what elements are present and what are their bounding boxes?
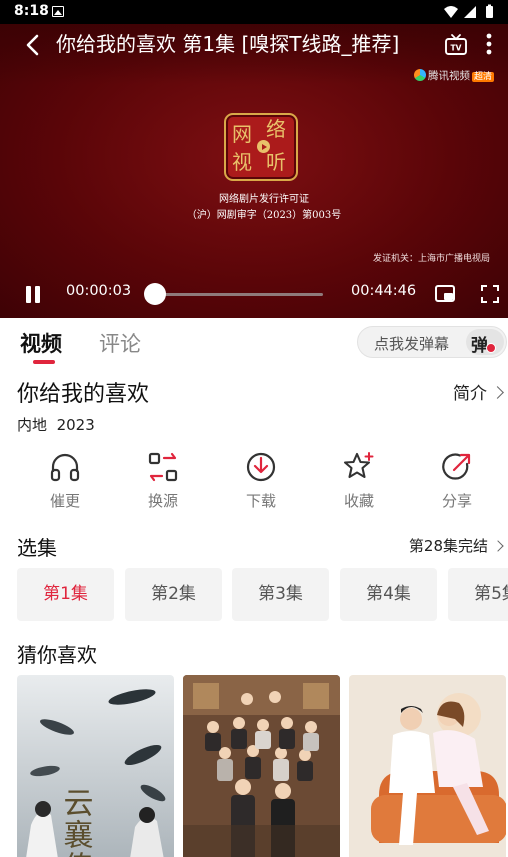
chevron-right-icon [492,540,504,552]
recommendation-poster[interactable]: 云襄传 [17,675,174,857]
tab-video[interactable]: 视频 [20,328,62,358]
status-time: 8:18 [14,3,49,19]
watermark-quality-tag: 超清 [472,72,495,82]
download-button[interactable]: 下载 [221,450,301,520]
tencent-video-logo-icon [414,69,426,81]
episode-item[interactable]: 第2集 [125,568,222,621]
poster-art-text: 云襄传 [58,787,94,857]
status-bar: 8:18 [0,0,508,24]
action-label: 催更 [49,492,80,510]
favorite-button[interactable]: 收藏 [319,450,399,520]
pause-icon[interactable] [22,284,44,306]
show-year: 2023 [56,416,95,434]
tv-cast-icon[interactable]: TV [442,32,470,60]
download-icon [246,452,276,482]
intro-link[interactable]: 简介 [453,379,504,404]
star-add-icon [343,452,374,479]
action-label: 换源 [147,492,178,510]
video-player[interactable]: 你给我的喜欢 第1集 [嗅探T线路_推荐] TV 腾讯视频 超清 网 络 视 听 … [0,24,508,318]
danmaku-input[interactable]: 点我发弹幕 弹 [357,326,507,358]
share-button[interactable]: 分享 [417,450,497,520]
share-icon [442,453,471,480]
urge-update-button[interactable]: 催更 [25,450,105,520]
show-title: 你给我的喜欢 [17,382,150,407]
action-label: 收藏 [343,492,374,510]
back-arrow-icon[interactable] [18,28,50,62]
license-title: 网络剧片发行许可证 [219,194,309,205]
license-issuer: 发证机关：上海市广播电视局 [372,254,490,264]
danmaku-toggle[interactable]: 弹 [466,329,504,356]
seal-char: 络 [266,117,286,141]
episode-item[interactable]: 第4集 [340,568,437,621]
status-system-icons [444,4,493,18]
more-options-icon[interactable] [478,30,500,60]
danmaku-placeholder: 点我发弹幕 [374,335,450,353]
active-tab-indicator [33,360,55,364]
intro-label: 简介 [453,384,487,404]
seal-char: 视 [232,150,252,174]
signal-icon [464,6,476,18]
headphones-icon [50,453,80,482]
episode-item[interactable]: 第1集 [17,568,114,621]
image-notification-icon [52,6,64,17]
action-label: 分享 [441,492,472,510]
poster-image: 云襄传 [17,675,174,857]
seek-thumb[interactable] [144,283,166,305]
picture-in-picture-icon[interactable] [434,284,456,304]
seek-bar[interactable] [150,293,323,296]
seal-play-icon [257,140,270,153]
battery-icon [486,4,493,18]
player-title: 你给我的喜欢 第1集 [嗅探T线路_推荐] [56,32,400,56]
wifi-icon [444,6,458,18]
episode-list[interactable]: 第1集 第2集 第3集 第4集 第5集 [17,568,508,622]
show-meta: 内地 2023 [17,414,95,435]
episode-item[interactable]: 第3集 [232,568,329,621]
danmaku-on-indicator-icon [486,343,496,353]
tencent-video-watermark: 腾讯视频 超清 [414,68,508,84]
total-time: 00:44:46 [351,283,417,299]
svg-text:TV: TV [451,44,462,53]
recommendations-title: 猜你喜欢 [17,643,97,667]
chevron-right-icon [491,386,504,399]
poster-image [183,675,340,857]
recommendation-poster[interactable] [183,675,340,857]
show-region: 内地 [17,416,48,434]
network-av-seal-logo: 网 络 视 听 [224,113,298,181]
episodes-status-link[interactable]: 第28集完结 [408,535,504,556]
episodes-title: 选集 [17,536,57,560]
poster-image [349,675,506,857]
recommendation-list[interactable]: 云襄传 [17,675,508,857]
recommendation-poster[interactable] [349,675,506,857]
episodes-status: 第28集完结 [408,537,488,555]
current-time: 00:00:03 [66,283,132,299]
tab-comments[interactable]: 评论 [99,328,141,358]
switch-source-icon [148,452,178,482]
action-label: 下载 [245,492,276,510]
episode-item[interactable]: 第5集 [448,568,508,621]
seal-char: 听 [266,150,286,174]
danmaku-toggle-label: 弹 [471,336,488,356]
watermark-brand: 腾讯视频 [428,70,470,82]
license-number: （沪）网剧审字（2023）第003号 [186,210,342,221]
seal-char: 网 [232,122,252,146]
switch-source-button[interactable]: 换源 [123,450,203,520]
fullscreen-icon[interactable] [480,284,500,304]
